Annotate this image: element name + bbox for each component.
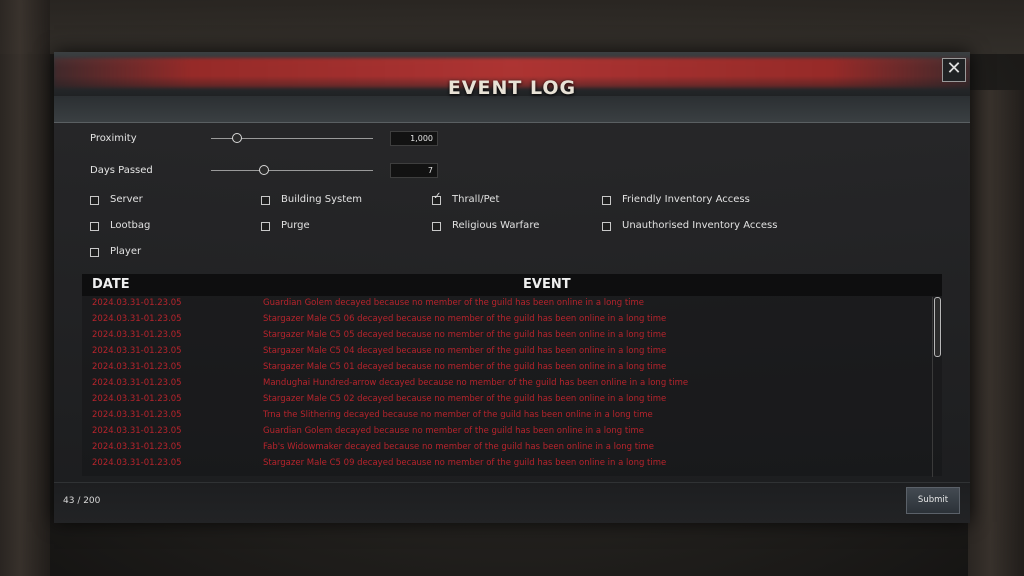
- log-list[interactable]: 2024.03.31-01.23.05 Guardian Golem decaye…: [82, 296, 942, 476]
- filter-label: Friendly Inventory Access: [622, 194, 750, 205]
- log-event: Trna the Slithering decayed because no m…: [263, 410, 653, 420]
- checkmark-icon: ✓: [433, 191, 442, 202]
- log-table-header: DATE EVENT: [82, 274, 942, 296]
- close-button[interactable]: ✕: [942, 58, 966, 82]
- days-passed-slider-handle[interactable]: [259, 165, 270, 175]
- log-event: Stargazer Male C5 06 decayed because no …: [263, 314, 667, 324]
- checkbox[interactable]: [602, 196, 611, 205]
- log-row[interactable]: 2024.03.31-01.23.05 Stargazer Male C5 05 …: [82, 328, 922, 344]
- days-passed-value-field[interactable]: 7: [390, 163, 438, 178]
- log-event: Fab's Widowmaker decayed because no memb…: [263, 442, 654, 452]
- log-event: Stargazer Male C5 02 decayed because no …: [263, 394, 667, 404]
- proximity-slider[interactable]: [211, 133, 373, 143]
- checkbox[interactable]: [261, 222, 270, 231]
- checkbox[interactable]: [261, 196, 270, 205]
- filter-label: Thrall/Pet: [452, 194, 500, 205]
- log-date: 2024.03.31-01.23.05: [92, 378, 182, 388]
- log-event: Stargazer Male C5 04 decayed because no …: [263, 346, 667, 356]
- log-date: 2024.03.31-01.23.05: [92, 314, 182, 324]
- background-scene-top: [0, 0, 1024, 54]
- log-count: 43 / 200: [63, 496, 101, 506]
- log-scrollbar[interactable]: [932, 297, 941, 477]
- log-event: Stargazer Male C5 09 decayed because no …: [263, 458, 667, 468]
- log-date: 2024.03.31-01.23.05: [92, 458, 182, 468]
- log-row[interactable]: 2024.03.31-01.23.05 Stargazer Male C5 02 …: [82, 392, 922, 408]
- filter-label: Building System: [281, 194, 363, 205]
- log-scrollbar-thumb[interactable]: [934, 297, 941, 357]
- log-date: 2024.03.31-01.23.05: [92, 394, 182, 404]
- log-row[interactable]: 2024.03.31-01.23.05 Fab's Widowmaker deca…: [82, 440, 922, 456]
- log-date: 2024.03.31-01.23.05: [92, 410, 182, 420]
- window-title: EVENT LOG: [447, 77, 577, 99]
- log-event: Mandughai Hundred-arrow decayed because …: [263, 378, 689, 388]
- background-beam-left: [0, 0, 50, 576]
- log-row[interactable]: 2024.03.31-01.23.05 Stargazer Male C5 04 …: [82, 344, 922, 360]
- event-log-window: EVENT LOG ✕ Proximity 1,000 Days Passed …: [54, 52, 970, 523]
- filter-label: Religious Warfare: [452, 220, 540, 231]
- days-passed-slider[interactable]: [211, 165, 373, 175]
- checkbox[interactable]: [90, 196, 99, 205]
- filter-label: Unauthorised Inventory Access: [622, 220, 778, 231]
- log-date: 2024.03.31-01.23.05: [92, 442, 182, 452]
- close-icon: ✕: [946, 58, 962, 79]
- log-row[interactable]: 2024.03.31-01.23.05 Guardian Golem decaye…: [82, 296, 922, 312]
- window-header: EVENT LOG ✕: [54, 52, 970, 123]
- log-event: Stargazer Male C5 05 decayed because no …: [263, 330, 667, 340]
- submit-button[interactable]: Submit: [906, 487, 960, 514]
- event-column-header: EVENT: [523, 277, 571, 292]
- checkbox[interactable]: ✓: [432, 191, 441, 205]
- filter-label: Server: [110, 194, 143, 205]
- filter-label: Purge: [281, 220, 310, 231]
- log-date: 2024.03.31-01.23.05: [92, 298, 182, 308]
- log-row[interactable]: 2024.03.31-01.23.05 Stargazer Male C5 09 …: [82, 456, 922, 472]
- log-row[interactable]: 2024.03.31-01.23.05 Mandughai Hundred-arr…: [82, 376, 922, 392]
- log-date: 2024.03.31-01.23.05: [92, 362, 182, 372]
- checkbox[interactable]: [90, 222, 99, 231]
- proximity-slider-handle[interactable]: [231, 133, 242, 143]
- log-date: 2024.03.31-01.23.05: [92, 330, 182, 340]
- log-event: Guardian Golem decayed because no member…: [263, 426, 645, 436]
- days-passed-label: Days Passed: [90, 165, 153, 176]
- log-date: 2024.03.31-01.23.05: [92, 346, 182, 356]
- log-row[interactable]: 2024.03.31-01.23.05 Stargazer Male C5 01 …: [82, 360, 922, 376]
- window-footer: 43 / 200 Submit: [54, 482, 970, 523]
- log-event: Stargazer Male C5 01 decayed because no …: [263, 362, 667, 372]
- log-row[interactable]: 2024.03.31-01.23.05 Stargazer Male C5 06 …: [82, 312, 922, 328]
- checkbox[interactable]: [432, 222, 441, 231]
- background-beam-right: [968, 90, 1024, 576]
- checkbox[interactable]: [90, 248, 99, 257]
- log-date: 2024.03.31-01.23.05: [92, 426, 182, 436]
- filter-label: Lootbag: [110, 220, 151, 231]
- log-row[interactable]: 2024.03.31-01.23.05 Guardian Golem decaye…: [82, 424, 922, 440]
- checkbox[interactable]: [602, 222, 611, 231]
- log-row[interactable]: 2024.03.31-01.23.05 Trna the Slithering d…: [82, 408, 922, 424]
- date-column-header: DATE: [92, 277, 130, 292]
- log-event: Guardian Golem decayed because no member…: [263, 298, 645, 308]
- proximity-value-field[interactable]: 1,000: [390, 131, 438, 146]
- filter-label: Player: [110, 246, 142, 257]
- proximity-label: Proximity: [90, 133, 137, 144]
